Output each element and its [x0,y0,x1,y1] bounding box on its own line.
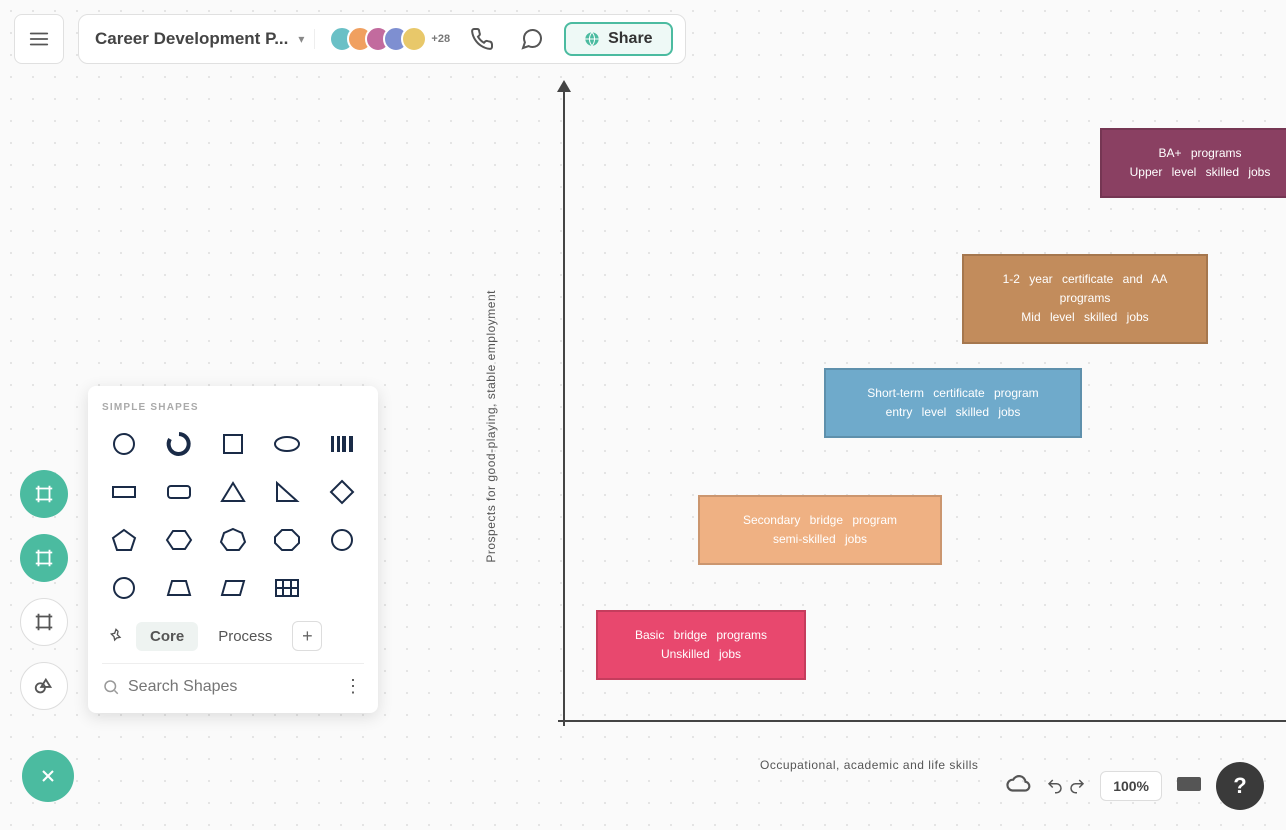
y-axis-label: Prospects for good-playing, stable emplo… [484,290,498,563]
y-axis [563,86,565,726]
redo-icon[interactable] [1068,777,1086,795]
avatar [401,26,427,52]
shape-arc[interactable] [156,425,200,463]
shape-search-input[interactable] [128,678,336,696]
tab-process[interactable]: Process [204,622,286,651]
diagram-box-ba[interactable]: BA+ programs Upper level skilled jobs [1100,128,1286,198]
shape-hexagon[interactable] [156,521,200,559]
diagram-box-cert-aa[interactable]: 1-2 year certificate and AA programs Mid… [962,254,1208,344]
shape-ellipse[interactable] [265,425,309,463]
shape-pentagon[interactable] [102,521,146,559]
shape-parallelogram[interactable] [211,569,255,607]
globe-icon [584,31,600,47]
bottom-controls: 100% ? [1006,762,1264,810]
frame-icon [33,483,55,505]
shape-grid[interactable] [265,569,309,607]
shape-search-more[interactable]: ⋮ [344,676,364,697]
shape-barcode[interactable] [320,425,364,463]
add-tab-button[interactable]: + [292,621,322,651]
shapes-tool[interactable] [20,662,68,710]
help-button[interactable]: ? [1216,762,1264,810]
undo-icon[interactable] [1046,777,1064,795]
frame-tool-active[interactable] [20,470,68,518]
document-title-dropdown[interactable]: Career Development P... ▾ [91,29,315,49]
chat-bubble-icon [520,27,544,51]
frame-tool-2[interactable] [20,534,68,582]
shape-nonagon[interactable] [320,521,364,559]
shape-right-triangle[interactable] [265,473,309,511]
share-label: Share [608,30,652,48]
shape-heptagon[interactable] [211,521,255,559]
shape-octagon[interactable] [265,521,309,559]
shape-trapezoid[interactable] [156,569,200,607]
cloud-icon [1006,771,1032,797]
x-axis-label: Occupational, academic and life skills [760,758,978,772]
shape-triangle[interactable] [211,473,255,511]
diagram-box-shortterm[interactable]: Short-term certificate program entry lev… [824,368,1082,438]
frame-icon [33,611,55,633]
shapes-panel-heading: SIMPLE SHAPES [102,402,364,413]
shape-square[interactable] [211,425,255,463]
avatar-overflow-count: +28 [431,33,450,45]
menu-button[interactable] [14,14,64,64]
hamburger-icon [28,28,50,50]
share-button[interactable]: Share [564,22,672,56]
pin-icon [108,628,124,644]
frame-icon [33,547,55,569]
left-tool-rail [20,470,68,710]
close-panel-button[interactable] [22,750,74,802]
comment-button[interactable] [514,21,550,57]
shape-search: ⋮ [102,663,364,697]
shape-rect-round[interactable] [156,473,200,511]
collaborator-avatars[interactable]: +28 [329,26,450,52]
canvas[interactable]: Prospects for good-playing, stable emplo… [500,80,1286,780]
tab-core[interactable]: Core [136,622,198,651]
diagram-box-secondary[interactable]: Secondary bridge program semi-skilled jo… [698,495,942,565]
search-icon [102,678,120,696]
document-title: Career Development P... [95,29,288,49]
sync-status[interactable] [1006,771,1032,802]
keyboard-shortcuts[interactable] [1176,774,1202,799]
close-icon [38,766,58,786]
undo-redo-group [1046,777,1086,795]
shape-category-tabs: Core Process + [102,621,364,651]
shape-diamond[interactable] [320,473,364,511]
shapes-icon [33,675,55,697]
shape-rect-thin[interactable] [102,473,146,511]
shapes-panel: SIMPLE SHAPES Core Process + ⋮ [88,386,378,713]
phone-icon [470,27,494,51]
keyboard-icon [1176,774,1202,794]
shape-circle[interactable] [102,425,146,463]
pin-button[interactable] [102,622,130,650]
shape-decagon[interactable] [102,569,146,607]
document-toolbar: Career Development P... ▾ +28 Share [78,14,686,64]
shapes-grid [102,425,364,607]
frame-tool-3[interactable] [20,598,68,646]
call-button[interactable] [464,21,500,57]
chevron-down-icon: ▾ [298,32,304,46]
diagram-box-basic[interactable]: Basic bridge programs Unskilled jobs [596,610,806,680]
x-axis [558,720,1286,722]
zoom-level[interactable]: 100% [1100,771,1162,801]
